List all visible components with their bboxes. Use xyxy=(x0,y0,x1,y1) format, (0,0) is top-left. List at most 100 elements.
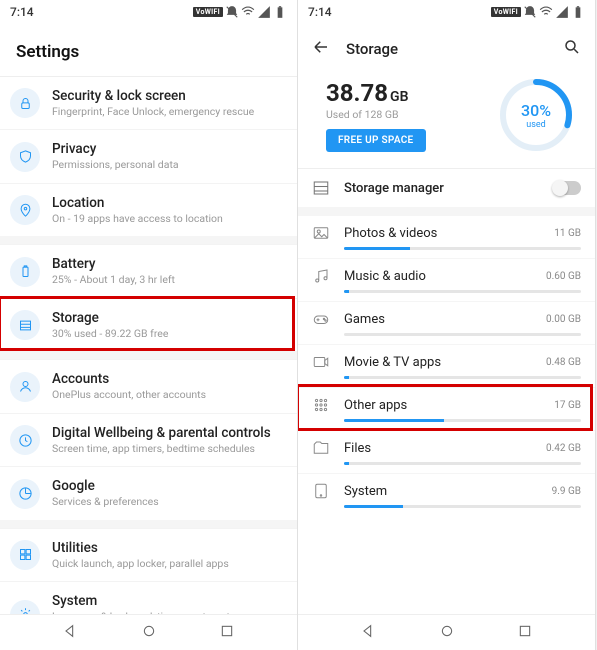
storage-used-unit: GB xyxy=(390,89,408,105)
category-bar xyxy=(344,505,581,508)
vowifi-badge: VoWIFI xyxy=(193,7,223,17)
status-bar: 7:14 VoWIFI xyxy=(298,0,595,24)
storage-manager-toggle[interactable] xyxy=(553,181,581,195)
settings-row-title: Digital Wellbeing & parental controls xyxy=(52,425,283,442)
status-time: 7:14 xyxy=(10,5,34,19)
vowifi-badge: VoWIFI xyxy=(491,7,521,17)
settings-row-title: Accounts xyxy=(52,371,283,388)
android-nav-bar xyxy=(0,614,297,650)
status-time: 7:14 xyxy=(308,5,332,19)
system-icon2 xyxy=(312,482,330,500)
nav-home[interactable] xyxy=(141,623,157,643)
category-size: 9.9 GB xyxy=(552,486,581,497)
usage-ring: 30% used xyxy=(497,76,575,154)
category-size: 0.60 GB xyxy=(546,271,581,282)
category-bar xyxy=(344,376,581,379)
storage-screen: 7:14 VoWIFI Storage 38.78GB Used of 128 … xyxy=(298,0,596,650)
google-icon xyxy=(10,479,40,509)
games-icon xyxy=(312,310,330,328)
storage-used-value: 38.78 xyxy=(326,79,388,107)
settings-row-title: Location xyxy=(52,195,283,212)
category-bar xyxy=(344,333,581,336)
nav-recent[interactable] xyxy=(219,623,235,643)
settings-row-system[interactable]: SystemLanguage & keyboard, time, reset, … xyxy=(0,581,297,614)
free-up-space-button[interactable]: FREE UP SPACE xyxy=(326,129,426,152)
storage-used-sub: Used of 128 GB xyxy=(326,108,426,121)
category-bar xyxy=(344,462,581,465)
lock-icon xyxy=(10,88,40,118)
settings-row-sub: 25% - About 1 day, 3 hr left xyxy=(52,274,283,287)
settings-row-title: Storage xyxy=(52,310,283,327)
settings-row-storage[interactable]: Storage30% used - 89.22 GB free xyxy=(0,298,297,351)
settings-row-title: Google xyxy=(52,478,283,495)
search-button[interactable] xyxy=(563,38,581,60)
storage-row-other-apps[interactable]: Other apps 17 GB xyxy=(298,387,595,430)
nav-back[interactable] xyxy=(62,623,78,643)
settings-row-sub: Quick launch, app locker, parallel apps xyxy=(52,558,283,571)
storage-icon xyxy=(10,310,40,340)
category-size: 0.00 GB xyxy=(546,314,581,325)
settings-row-sub: Screen time, app timers, bedtime schedul… xyxy=(52,443,283,456)
battery-icon xyxy=(10,257,40,287)
nav-back[interactable] xyxy=(360,623,376,643)
movie-icon xyxy=(312,353,330,371)
music-icon xyxy=(312,267,330,285)
shield-icon xyxy=(10,142,40,172)
photos-icon xyxy=(312,224,330,242)
settings-row-title: Security & lock screen xyxy=(52,88,283,105)
signal-icon xyxy=(555,5,569,19)
category-bar xyxy=(344,290,581,293)
category-name: Photos & videos xyxy=(344,226,540,241)
wellbeing-icon xyxy=(10,425,40,455)
nav-home[interactable] xyxy=(439,623,455,643)
settings-row-sub: OnePlus account, other accounts xyxy=(52,389,283,402)
android-nav-bar xyxy=(298,614,595,650)
settings-row-sub: On - 19 apps have access to location xyxy=(52,213,283,226)
settings-row-utilities[interactable]: UtilitiesQuick launch, app locker, paral… xyxy=(0,528,297,581)
storage-header: Storage xyxy=(346,40,547,58)
location-icon xyxy=(10,195,40,225)
system-icon xyxy=(10,600,40,614)
settings-row-title: Utilities xyxy=(52,540,283,557)
category-size: 0.48 GB xyxy=(546,357,581,368)
usage-pct-label: used xyxy=(526,120,545,130)
storage-row-system[interactable]: System 9.9 GB xyxy=(298,473,595,516)
storage-summary: 38.78GB Used of 128 GB FREE UP SPACE 30%… xyxy=(298,70,595,168)
category-size: 17 GB xyxy=(554,400,581,411)
battery-status-icon xyxy=(273,5,287,19)
status-bar: 7:14 VoWIFI xyxy=(0,0,297,24)
category-name: Files xyxy=(344,441,532,456)
dnd-icon xyxy=(523,5,537,19)
category-name: Games xyxy=(344,312,532,327)
storage-manager-row[interactable]: Storage manager xyxy=(298,168,595,207)
battery-status-icon xyxy=(571,5,585,19)
settings-row-title: System xyxy=(52,593,283,610)
wifi-icon xyxy=(241,5,255,19)
storage-row-music-audio[interactable]: Music & audio 0.60 GB xyxy=(298,258,595,301)
settings-row-sub: Permissions, personal data xyxy=(52,159,283,172)
settings-row-accounts[interactable]: AccountsOnePlus account, other accounts xyxy=(0,359,297,412)
category-size: 11 GB xyxy=(554,228,581,239)
wifi-icon xyxy=(539,5,553,19)
settings-row-location[interactable]: LocationOn - 19 apps have access to loca… xyxy=(0,183,297,236)
settings-row-privacy[interactable]: PrivacyPermissions, personal data xyxy=(0,129,297,182)
nav-recent[interactable] xyxy=(517,623,533,643)
storage-row-games[interactable]: Games 0.00 GB xyxy=(298,301,595,344)
storage-row-photos-videos[interactable]: Photos & videos 11 GB xyxy=(298,215,595,258)
back-button[interactable] xyxy=(312,38,330,60)
category-name: System xyxy=(344,484,538,499)
settings-row-battery[interactable]: Battery25% - About 1 day, 3 hr left xyxy=(0,244,297,297)
storage-row-files[interactable]: Files0.42 GB xyxy=(298,430,595,473)
settings-row-digital-wellbeing-parental-controls[interactable]: Digital Wellbeing & parental controlsScr… xyxy=(0,413,297,466)
utilities-icon xyxy=(10,540,40,570)
storage-manager-icon xyxy=(312,179,330,197)
account-icon xyxy=(10,372,40,402)
settings-row-security-lock-screen[interactable]: Security & lock screenFingerprint, Face … xyxy=(0,77,297,129)
category-bar xyxy=(344,247,581,250)
dnd-icon xyxy=(225,5,239,19)
category-name: Music & audio xyxy=(344,269,532,284)
settings-row-sub: Services & preferences xyxy=(52,496,283,509)
storage-row-movie-tv-apps[interactable]: Movie & TV apps0.48 GB xyxy=(298,344,595,387)
category-name: Other apps xyxy=(344,398,540,413)
settings-row-google[interactable]: GoogleServices & preferences xyxy=(0,466,297,519)
